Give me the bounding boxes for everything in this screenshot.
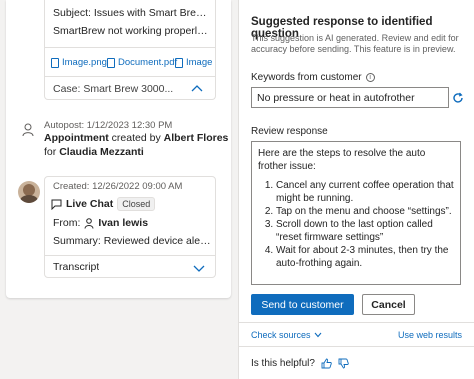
helpful-label: Is this helpful?	[251, 358, 315, 369]
transcript-toggle[interactable]: Transcript	[53, 261, 99, 273]
response-step: Tap on the menu and choose “settings”.	[276, 205, 454, 218]
target-name[interactable]: Claudia Mezzanti	[59, 146, 144, 158]
chat-icon	[51, 199, 62, 210]
avatar	[18, 181, 40, 203]
suggested-response-panel: Suggested response to identified questio…	[238, 0, 474, 379]
for-text: for	[44, 146, 57, 158]
response-step: Cancel any current coffee operation that…	[276, 179, 454, 205]
creator-name[interactable]: Albert Flores	[164, 132, 229, 144]
attachment-document[interactable]: Document.pdf	[107, 57, 177, 68]
panel-description: This suggestion is AI generated. Review …	[251, 33, 459, 54]
case-link[interactable]: Case: Smart Brew 3000...	[53, 83, 173, 95]
divider	[45, 47, 215, 48]
autopost-meta: Autopost: 1/12/2023 12:30 PM	[44, 120, 173, 131]
document-file-icon	[107, 57, 115, 68]
chat-type-row: Live Chat Closed	[51, 197, 156, 211]
attachment-image[interactable]: Image.png	[51, 57, 107, 68]
email-subject: Subject: Issues with Smart Brew...	[53, 7, 211, 19]
check-sources-label: Check sources	[251, 330, 311, 340]
from-name[interactable]: Ivan lewis	[98, 217, 148, 229]
autopost-line-2: for Claudia Mezzanti	[44, 146, 144, 158]
chevron-down-icon[interactable]	[193, 264, 205, 272]
chat-from-row: From: Ivan lewis	[53, 217, 148, 229]
image-file-icon	[175, 57, 183, 68]
autopost-line: Appointment created by Albert Flores	[44, 132, 228, 144]
chevron-up-icon[interactable]	[191, 84, 203, 94]
chat-created: Created: 12/26/2022 09:00 AM	[53, 181, 183, 192]
thumbs-up-icon[interactable]	[321, 358, 332, 369]
status-badge: Closed	[117, 197, 156, 211]
response-step: Wait for about 2-3 minutes, then try the…	[276, 244, 454, 270]
timeline-panel: Subject: Issues with Smart Brew... Smart…	[0, 0, 237, 379]
keywords-input[interactable]	[251, 87, 449, 108]
cancel-button[interactable]: Cancel	[362, 294, 415, 315]
autopost-title: Appointment	[44, 132, 109, 144]
person-icon	[84, 217, 94, 229]
keywords-label-row: Keywords from customer i	[251, 72, 375, 83]
image-file-icon	[51, 57, 59, 68]
send-to-customer-button[interactable]: Send to customer	[251, 294, 354, 315]
attachment-label: Image.png	[62, 57, 107, 68]
chat-activity[interactable]: Created: 12/26/2022 09:00 AM Live Chat C…	[44, 176, 216, 278]
divider	[45, 76, 215, 77]
chat-type: Live Chat	[66, 198, 114, 210]
use-web-results-link[interactable]: Use web results	[398, 330, 462, 340]
info-icon[interactable]: i	[365, 73, 375, 82]
response-steps: Cancel any current coffee operation that…	[258, 179, 454, 270]
created-by-text: created by	[111, 132, 161, 144]
chat-summary: Summary: Reviewed device alert...	[53, 235, 213, 247]
response-editor[interactable]: Here are the steps to resolve the auto f…	[251, 141, 461, 285]
keywords-label: Keywords from customer	[251, 72, 362, 83]
timeline-card: Subject: Issues with Smart Brew... Smart…	[6, 0, 231, 298]
divider	[239, 346, 474, 347]
review-label: Review response	[251, 126, 328, 137]
attachment-image-2[interactable]: Image	[175, 57, 212, 68]
check-sources-link[interactable]: Check sources	[251, 330, 322, 340]
feedback-row: Is this helpful?	[251, 358, 349, 369]
divider	[239, 322, 474, 323]
chevron-down-icon	[314, 332, 321, 338]
thumbs-down-icon[interactable]	[338, 358, 349, 369]
email-activity[interactable]: Subject: Issues with Smart Brew... Smart…	[44, 0, 216, 100]
refresh-icon[interactable]	[452, 92, 464, 104]
response-intro: Here are the steps to resolve the auto f…	[258, 148, 426, 172]
attachment-label: Document.pdf	[118, 57, 178, 68]
person-icon	[22, 123, 34, 137]
attachment-label: Image	[186, 57, 213, 68]
from-label: From:	[53, 217, 81, 229]
divider	[45, 255, 215, 256]
response-step: Scroll down to the last option called “r…	[276, 218, 454, 244]
email-snippet: SmartBrew not working properly. I...	[53, 25, 211, 37]
